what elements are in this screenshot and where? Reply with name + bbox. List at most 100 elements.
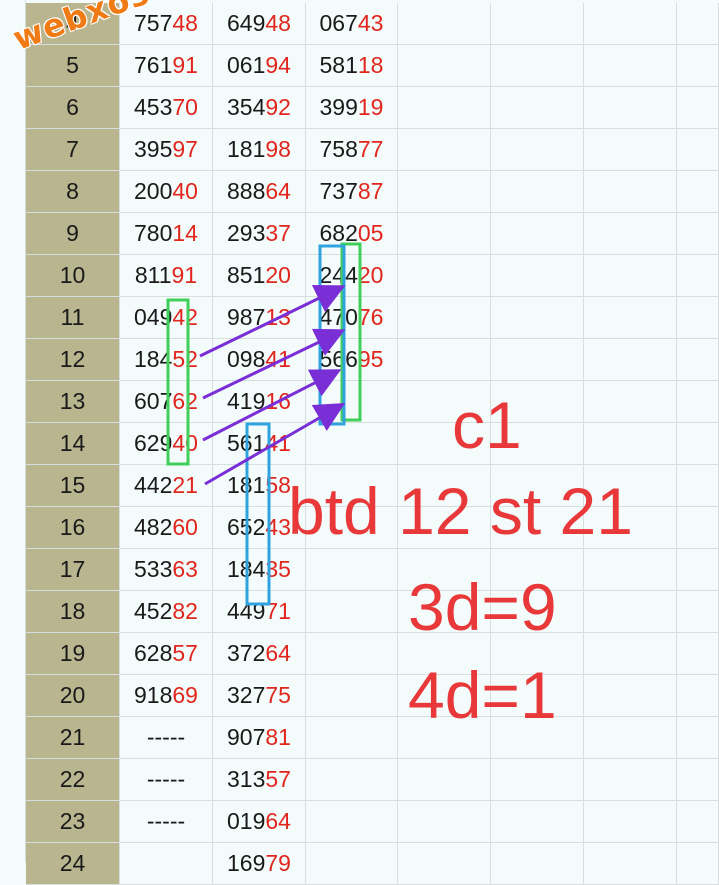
empty-cell [677, 129, 719, 171]
digits-tail: 79 [265, 850, 291, 876]
row-index: 10 [26, 255, 120, 297]
digits-lead: 181 [227, 136, 266, 162]
digits-tail: 81 [265, 724, 291, 750]
digits-lead: 169 [227, 850, 266, 876]
digits-tail: 20 [357, 262, 384, 288]
result-cell: 372 64 [213, 633, 306, 675]
result-cell [306, 423, 398, 465]
digits-lead: 293 [227, 220, 266, 246]
empty-cell [491, 297, 584, 339]
row-index: 24 [26, 843, 120, 885]
empty-cell [491, 171, 584, 213]
result-cell: 169 79 [213, 843, 306, 885]
result-cell [306, 591, 398, 633]
result-cell: 061 94 [213, 45, 306, 87]
row-index: 20 [26, 675, 120, 717]
digits-tail: 57 [172, 640, 198, 666]
row-index: 13 [26, 381, 120, 423]
note-4d: 4d=1 [408, 658, 557, 732]
row-index: 9 [26, 213, 120, 255]
result-cell [306, 633, 398, 675]
digits-lead: 629 [134, 430, 173, 456]
digits-tail: 57 [265, 766, 291, 792]
empty-cell [398, 129, 491, 171]
result-cell: 629 40 [120, 423, 213, 465]
empty-cell [491, 759, 584, 801]
digits-tail: 05 [357, 220, 384, 246]
digits-tail: 48 [265, 10, 291, 36]
row-index: 23 [26, 801, 120, 843]
digits-lead: 811 [134, 262, 172, 288]
digits-tail: 62 [172, 388, 198, 414]
result-cell: 682 05 [306, 213, 398, 255]
digits-lead: 470 [319, 304, 358, 330]
empty-cell [677, 213, 719, 255]
digits-tail: 95 [357, 346, 384, 372]
digits-tail: 70 [172, 94, 198, 120]
digits-tail: 42 [172, 304, 198, 330]
result-cell: ----- [120, 759, 213, 801]
empty-cell [398, 3, 491, 45]
row-index: 21 [26, 717, 120, 759]
result-cell: 049 42 [120, 297, 213, 339]
result-cell: 019 64 [213, 801, 306, 843]
digits-tail: 75 [265, 682, 291, 708]
empty-cell [584, 339, 677, 381]
digits-tail: 64 [265, 178, 291, 204]
result-cell: 200 40 [120, 171, 213, 213]
empty-cell [677, 45, 719, 87]
digits-lead: 244 [319, 262, 358, 288]
empty-cell [398, 213, 491, 255]
note-c1: c1 [452, 388, 522, 462]
digits-lead: 761 [134, 52, 173, 78]
digits-lead: 184 [227, 556, 266, 582]
result-cell: 851 20 [213, 255, 306, 297]
digits-lead: 067 [319, 10, 358, 36]
result-cell: 442 21 [120, 465, 213, 507]
empty-cell [398, 297, 491, 339]
digits-lead: 395 [134, 136, 173, 162]
empty-cell [398, 45, 491, 87]
result-cell: 561 41 [213, 423, 306, 465]
result-cell: 533 63 [120, 549, 213, 591]
result-cell: 098 41 [213, 339, 306, 381]
result-cell: 761 91 [120, 45, 213, 87]
result-cell: 184 52 [120, 339, 213, 381]
empty-cell [677, 381, 719, 423]
result-cell: 482 60 [120, 507, 213, 549]
empty-cell [398, 339, 491, 381]
result-cell: ----- [120, 717, 213, 759]
empty-cell [491, 213, 584, 255]
digits-lead: 419 [227, 388, 266, 414]
empty-cell [677, 423, 719, 465]
digits-lead: 200 [134, 178, 173, 204]
digits-lead: 581 [319, 52, 358, 78]
empty-cell [584, 633, 677, 675]
digits-tail: 43 [357, 10, 384, 36]
digits-tail: 41 [265, 430, 291, 456]
empty-cell [677, 507, 719, 549]
digits-tail: 87 [357, 178, 384, 204]
result-cell [306, 843, 398, 885]
digits-tail: 97 [172, 136, 198, 162]
empty-cell [584, 87, 677, 129]
digits-lead: 452 [134, 598, 173, 624]
empty-cell [398, 255, 491, 297]
result-cell: 581 18 [306, 45, 398, 87]
empty-cell [584, 675, 677, 717]
empty-cell [398, 87, 491, 129]
digits-tail: 48 [172, 10, 198, 36]
digits-lead: 628 [134, 640, 173, 666]
result-cell: 419 16 [213, 381, 306, 423]
digits-lead: 851 [227, 262, 266, 288]
result-cell [306, 381, 398, 423]
digits-lead: 372 [227, 640, 266, 666]
empty-cell [584, 591, 677, 633]
result-cell: 918 69 [120, 675, 213, 717]
result-cell: 888 64 [213, 171, 306, 213]
result-cell: 449 71 [213, 591, 306, 633]
empty-cell [491, 801, 584, 843]
empty-cell [584, 213, 677, 255]
empty-cell [398, 843, 491, 885]
digits-tail: 19 [357, 94, 384, 120]
